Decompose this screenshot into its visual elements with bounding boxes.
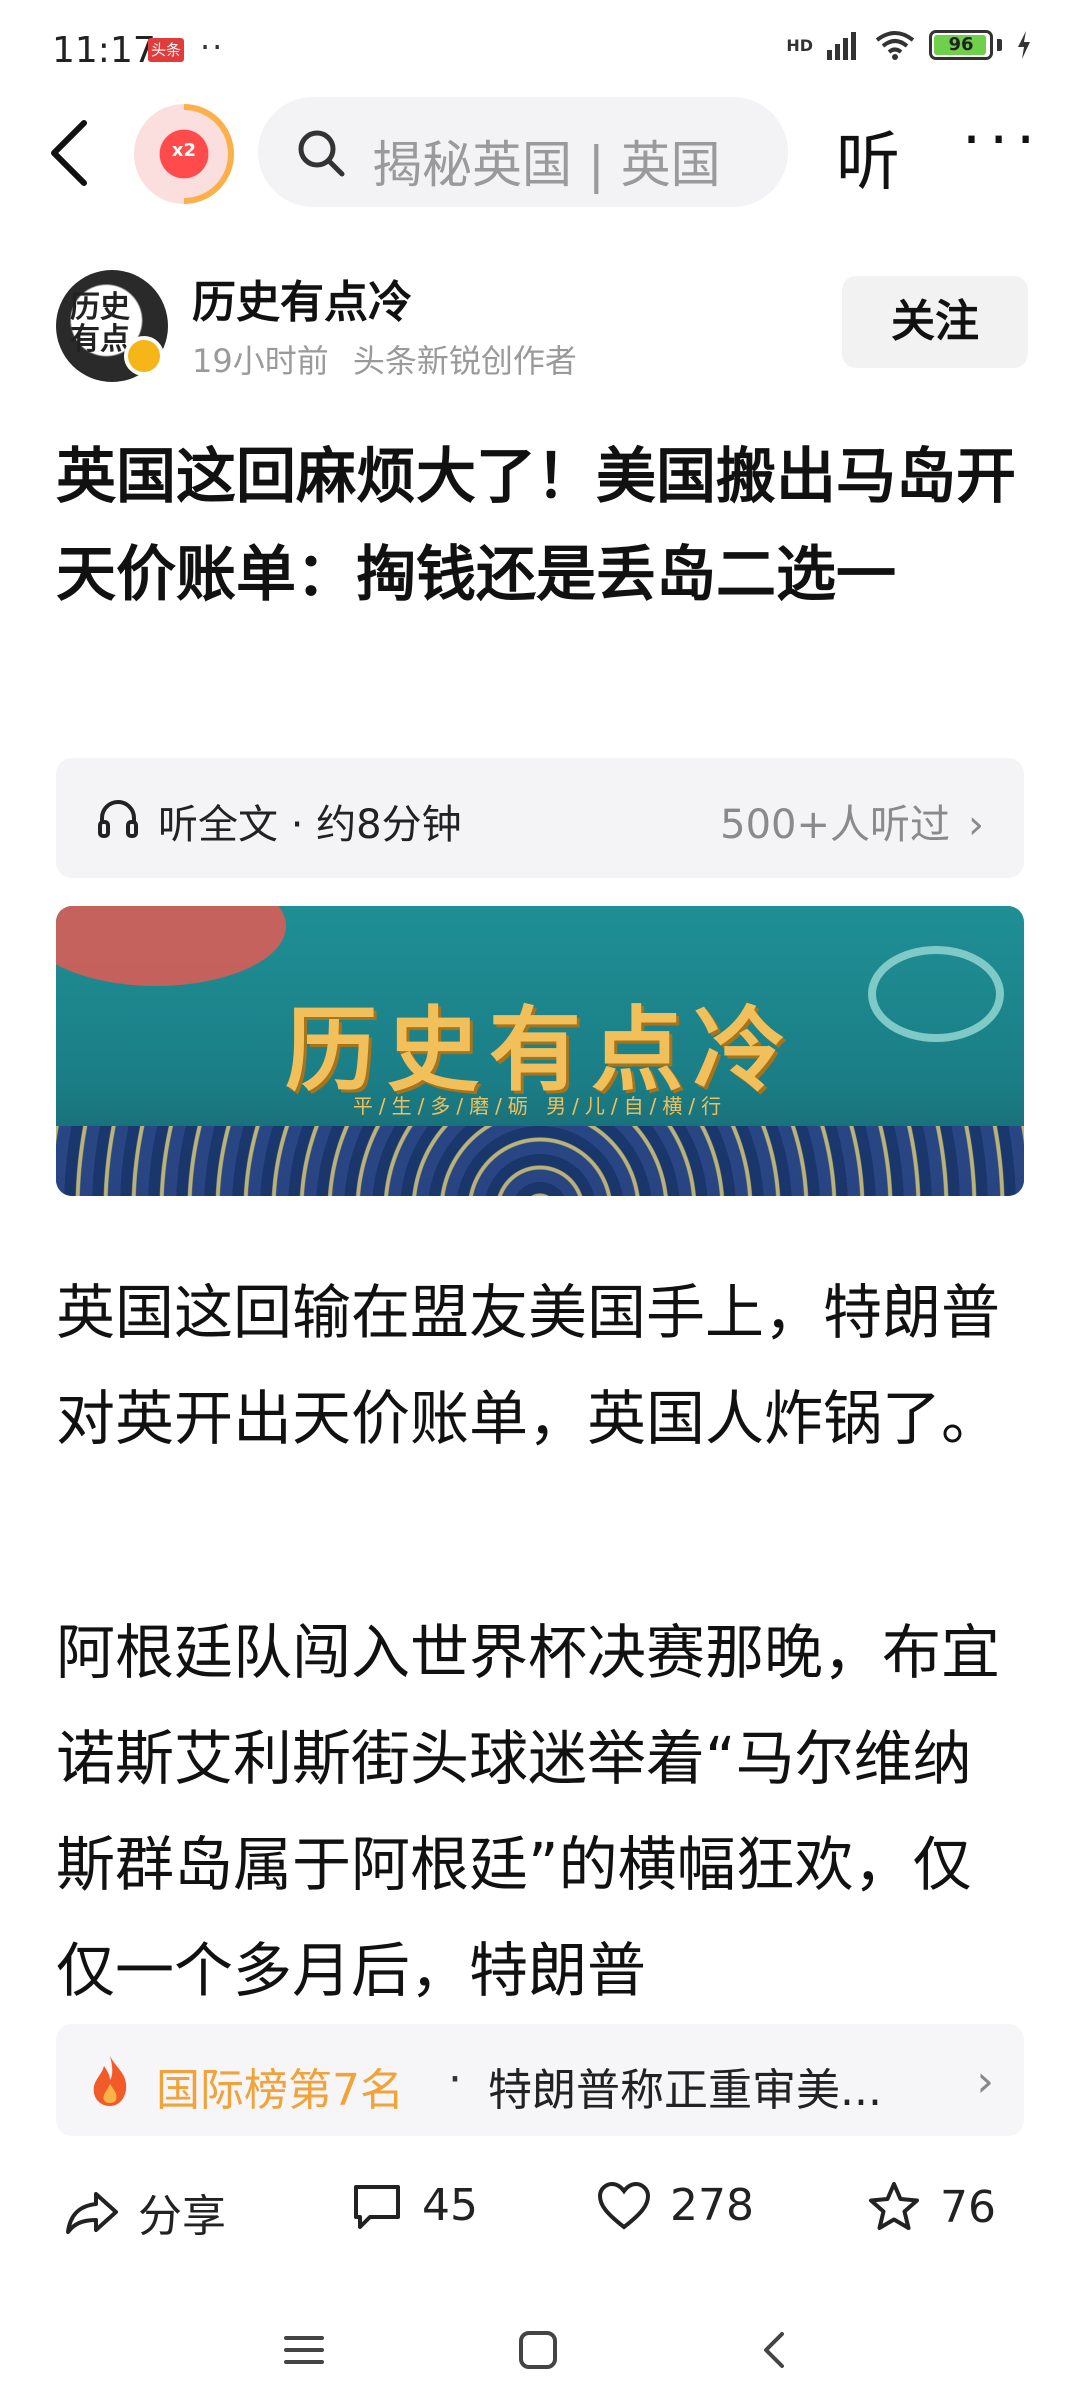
- app-notification-badge: 头条: [148, 38, 184, 62]
- status-more-dots: ··: [200, 28, 225, 66]
- like-count: 278: [670, 2180, 754, 2231]
- article-banner-image[interactable]: 历史有点冷 平/生/多/磨/砺 男/儿/自/横/行: [56, 906, 1024, 1196]
- trending-bar[interactable]: 国际榜第7名 · 特朗普称正重审美... ›: [56, 2024, 1024, 2136]
- reward-multiplier: x2: [171, 140, 197, 161]
- action-bar: 分享 45 278 76: [0, 2160, 1080, 2260]
- article-title: 英国这回麻烦大了！美国搬出马岛开天价账单：掏钱还是丢岛二选一: [56, 442, 1016, 610]
- chevron-right-icon: ›: [968, 802, 984, 848]
- banner-subtitle: 平/生/多/磨/砺 男/儿/自/横/行: [352, 1094, 728, 1118]
- author-tag: 头条新锐创作者: [352, 342, 577, 380]
- article-paragraph: 英国这回输在盟友美国手上，特朗普对英开出天价账单，英国人炸锅了。: [56, 1278, 1001, 1453]
- comment-icon: [354, 2184, 400, 2229]
- banner-red-cloud: [56, 906, 286, 986]
- battery-cap: [997, 39, 1002, 51]
- system-navigation-bar: [0, 2290, 1080, 2400]
- status-icons: HD 96: [786, 30, 1032, 60]
- article-paragraph: 阿根廷队闯入世界杯决赛那晚，布宜诺斯艾利斯街头球迷举着“马尔维纳斯群岛属于阿根廷…: [56, 1618, 1001, 2005]
- status-bar: 11:17 头条 ·· HD 96: [0, 0, 1080, 100]
- banner-wave-pattern: [56, 1126, 1024, 1196]
- favorite-count: 76: [940, 2181, 996, 2233]
- comment-button[interactable]: 45: [350, 2180, 478, 2231]
- chevron-right-icon: ›: [976, 2056, 994, 2107]
- back-arrow-icon[interactable]: [40, 113, 100, 193]
- listener-count-text: 500+人听过: [720, 802, 950, 848]
- headphones-icon: [98, 800, 138, 838]
- comment-count: 45: [422, 2180, 478, 2231]
- heart-icon: [597, 2181, 651, 2230]
- post-time: 19小时前: [192, 342, 329, 380]
- trending-rank: 国际榜第7名: [156, 2065, 404, 2116]
- fire-icon: [93, 2056, 127, 2106]
- listener-count: 500+人听过 ›: [720, 792, 984, 850]
- battery-icon: 96: [929, 30, 993, 60]
- verified-badge-icon: [124, 336, 164, 376]
- battery-level: 96: [948, 34, 974, 55]
- menu-icon[interactable]: [284, 2330, 324, 2370]
- author-meta: 19小时前 头条新锐创作者: [192, 336, 577, 382]
- listen-duration-label: 听全文 · 约8分钟: [158, 802, 462, 848]
- charging-icon: [1018, 31, 1030, 59]
- follow-button[interactable]: 关注: [842, 276, 1028, 368]
- search-bar[interactable]: 揭秘英国 | 英国: [258, 97, 788, 207]
- favorite-button[interactable]: 76: [866, 2180, 996, 2234]
- home-icon[interactable]: [518, 2330, 558, 2370]
- listen-button[interactable]: 听: [836, 111, 900, 203]
- top-navigation: x2 揭秘英国 | 英国 听 ···: [0, 95, 1080, 210]
- listen-full-article-bar[interactable]: 听全文 · 约8分钟 500+人听过 ›: [56, 758, 1024, 878]
- author-name[interactable]: 历史有点冷: [192, 266, 412, 330]
- like-button[interactable]: 278: [596, 2180, 754, 2231]
- status-time: 11:17: [52, 30, 156, 71]
- back-icon[interactable]: [754, 2330, 794, 2370]
- search-placeholder: 揭秘英国 | 英国: [372, 136, 721, 194]
- share-label: 分享: [138, 2191, 226, 2242]
- share-button[interactable]: 分享: [64, 2180, 226, 2244]
- hd-label: HD: [786, 35, 813, 55]
- signal-icon: [827, 32, 856, 60]
- star-icon: [869, 2182, 919, 2230]
- reward-badge[interactable]: x2: [134, 104, 234, 204]
- trending-separator: ·: [448, 2054, 462, 2105]
- wifi-icon: [875, 31, 915, 60]
- share-icon: [66, 2192, 118, 2234]
- more-options-button[interactable]: ···: [962, 105, 1043, 175]
- search-icon: [298, 130, 345, 177]
- trending-topic: 特朗普称正重审美...: [488, 2065, 882, 2116]
